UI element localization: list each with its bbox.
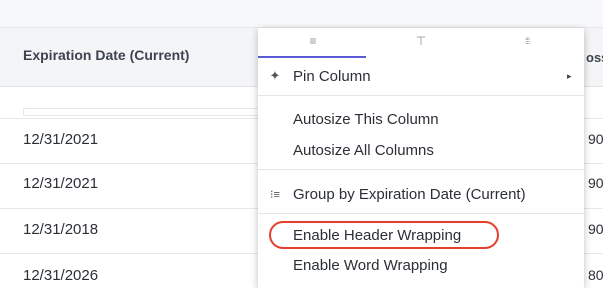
cell-partial: 90 [588, 131, 603, 147]
menu-item-label: Autosize This Column [293, 110, 439, 128]
column-menu: ≡ ⊤ ⁞⁞⁞ ✦ Pin Column ▸ Autosize This Col… [258, 28, 584, 288]
group-icon: ⁝≡ [270, 188, 280, 201]
menu-item-label: Pin Column [293, 67, 371, 85]
highlight-annotation [269, 221, 499, 249]
cell-expiration-date: 12/31/2021 [23, 175, 99, 192]
menu-item-autosize-this-column[interactable]: Autosize This Column [258, 106, 584, 132]
cell-expiration-date: 12/31/2018 [23, 221, 99, 238]
cell-expiration-date: 12/31/2021 [23, 131, 99, 148]
column-filter-input[interactable] [23, 108, 277, 116]
column-header-expiration-date[interactable]: Expiration Date (Current) [23, 47, 189, 63]
column-menu-tabs: ≡ ⊤ ⁞⁞⁞ [258, 28, 584, 58]
menu-item-label: Enable Word Wrapping [293, 256, 448, 274]
cell-partial: 90 [588, 175, 603, 191]
active-tab-indicator [258, 56, 366, 58]
submenu-arrow-icon: ▸ [567, 70, 572, 81]
pin-icon: ✦ [269, 68, 281, 83]
toolbar-strip [0, 0, 603, 27]
menu-divider [258, 213, 584, 214]
menu-item-pin-column[interactable]: ✦ Pin Column ▸ [258, 63, 584, 89]
menu-divider [258, 169, 584, 170]
menu-item-group-by[interactable]: ⁝≡ Group by Expiration Date (Current) [258, 181, 584, 207]
menu-item-autosize-all-columns[interactable]: Autosize All Columns [258, 137, 584, 163]
general-tab-icon[interactable]: ≡ [270, 28, 356, 54]
filter-tab-icon[interactable]: ⊤ [378, 28, 464, 54]
column-header-partial[interactable]: oss [586, 50, 603, 65]
columns-tab-icon[interactable]: ⁞⁞⁞ [484, 28, 570, 54]
menu-item-label: Autosize All Columns [293, 141, 434, 159]
cell-expiration-date: 12/31/2026 [23, 267, 99, 284]
cell-partial: 80 [588, 267, 603, 283]
menu-item-enable-word-wrapping[interactable]: Enable Word Wrapping [258, 252, 584, 278]
menu-item-label: Group by Expiration Date (Current) [293, 185, 526, 203]
cell-partial: 90 [588, 221, 603, 237]
menu-divider [258, 95, 584, 96]
